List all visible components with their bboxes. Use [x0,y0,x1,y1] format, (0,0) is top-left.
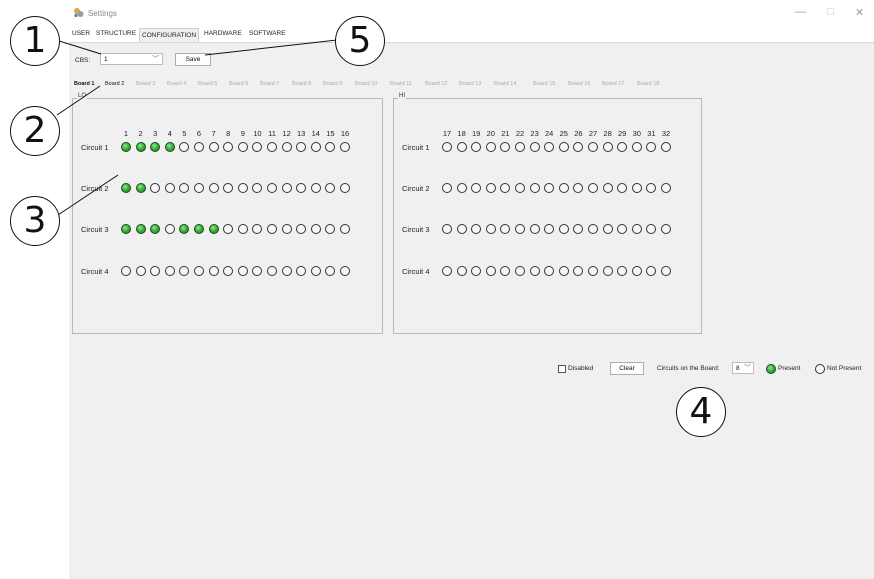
callout-lines [55,39,338,216]
callout-2: 2 [10,106,60,156]
callout-3: 3 [10,196,60,246]
callout-5: 5 [335,16,385,66]
callout-4: 4 [676,387,726,437]
callout-1: 1 [10,16,60,66]
